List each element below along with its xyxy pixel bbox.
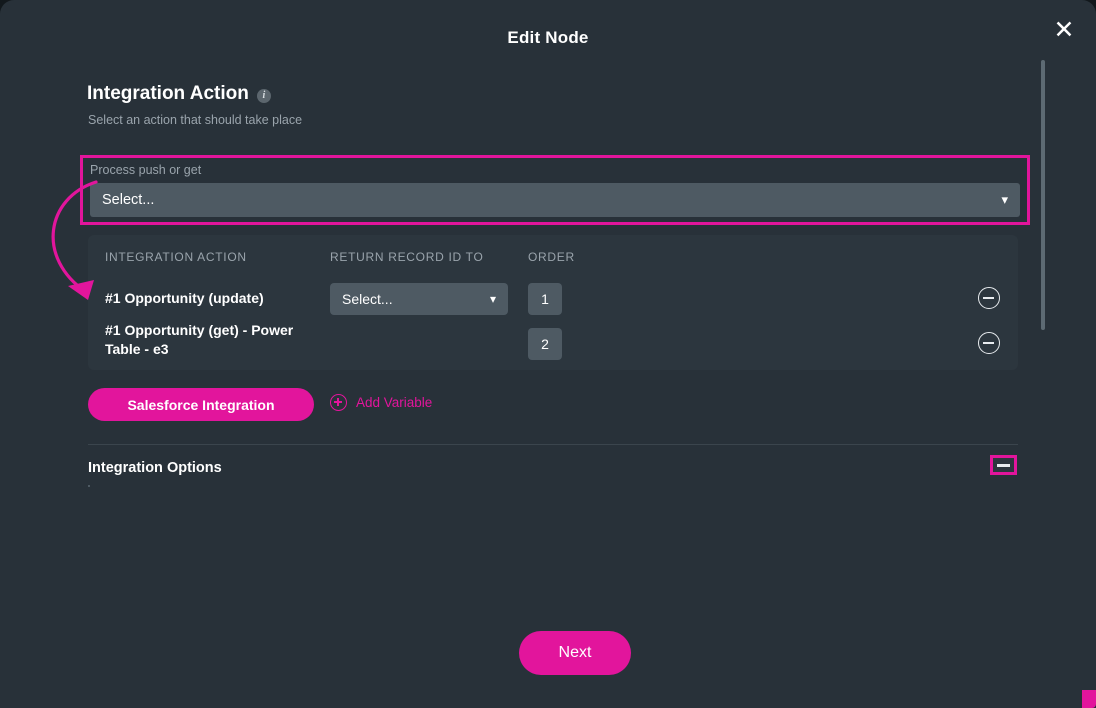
background-accent-corner [1082, 690, 1096, 708]
process-field-highlight: Process push or get Select... ▾ [80, 155, 1030, 225]
process-select[interactable]: Select... ▾ [90, 183, 1020, 217]
chevron-down-icon: ▾ [1001, 192, 1008, 207]
integration-action-table: INTEGRATION ACTION RETURN RECORD ID TO O… [88, 235, 1018, 370]
column-header-integration-action: INTEGRATION ACTION [105, 250, 247, 264]
order-input-row-1[interactable]: 1 [528, 283, 562, 315]
process-field-label: Process push or get [90, 163, 202, 177]
circle-minus-icon-row-2[interactable] [978, 332, 1000, 354]
close-icon[interactable]: ✕ [1046, 13, 1082, 47]
minus-icon[interactable] [990, 455, 1017, 475]
edit-node-modal: Edit Node ✕ Integration Action i Select … [0, 0, 1096, 708]
modal-content: Integration Action i Select an action th… [0, 0, 1040, 708]
section-heading-label: Integration Action [87, 83, 249, 104]
info-icon[interactable]: i [256, 89, 271, 103]
order-input-row-2[interactable]: 2 [528, 328, 562, 360]
options-bullet-dot [88, 485, 90, 487]
circle-minus-icon-row-1[interactable] [978, 287, 1000, 309]
column-header-order: ORDER [528, 250, 575, 264]
add-variable-button[interactable]: Add Variable [330, 394, 432, 411]
minus-bar [997, 463, 1010, 467]
column-header-return-record-id: RETURN RECORD ID TO [330, 250, 484, 264]
salesforce-integration-button[interactable]: Salesforce Integration [88, 388, 314, 421]
integration-options-title: Integration Options [88, 460, 222, 476]
section-subheading: Select an action that should take place [88, 113, 303, 127]
add-variable-label: Add Variable [356, 395, 433, 410]
table-row: #1 Opportunity (update) [105, 290, 264, 306]
return-record-select-value: Select... [342, 291, 393, 307]
next-button[interactable]: Next [519, 631, 631, 675]
plus-circle-icon [330, 394, 347, 411]
return-record-select-row-1[interactable]: Select... ▾ [330, 283, 508, 315]
table-row: #1 Opportunity (get) - Power Table - e3 [105, 322, 294, 357]
divider [88, 444, 1018, 445]
process-select-value: Select... [102, 192, 155, 208]
section-heading: Integration Action i [87, 83, 271, 105]
chevron-down-icon: ▾ [489, 292, 496, 306]
vertical-scrollbar[interactable] [1041, 60, 1045, 330]
